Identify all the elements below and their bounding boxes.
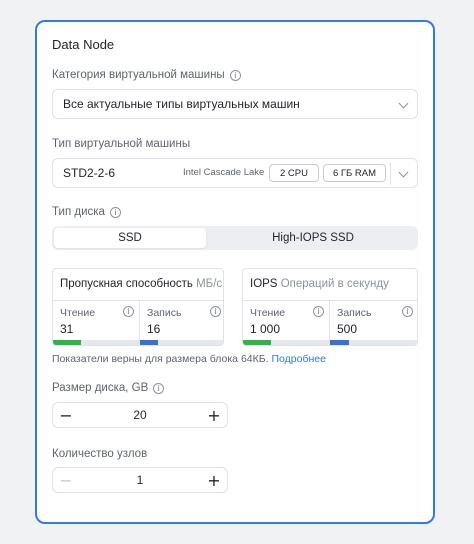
throughput-panel: Пропускная способность МБ/с Чтение i 31 … [52, 268, 224, 346]
disk-type-label: Тип диска i [52, 206, 121, 218]
divider [53, 300, 223, 301]
vm-category-label-text: Категория виртуальной машины [52, 69, 225, 81]
read-value: 1 000 [250, 322, 281, 336]
decrement-button[interactable]: − [53, 468, 79, 492]
info-icon[interactable]: i [109, 206, 121, 218]
card-title: Data Node [52, 37, 115, 52]
write-value: 16 [147, 322, 161, 336]
decrement-button[interactable]: − [53, 403, 79, 427]
disk-size-value[interactable]: 20 [79, 408, 201, 422]
data-node-card: Data Node Категория виртуальной машины i… [35, 20, 435, 524]
throughput-title: Пропускная способность МБ/с [60, 278, 222, 290]
divider [329, 300, 330, 345]
read-level-fill [243, 340, 271, 345]
divider [390, 163, 391, 185]
cpu-badge: 2 CPU [269, 164, 319, 182]
write-level-bar [330, 340, 417, 345]
node-count-label-text: Количество узлов [52, 448, 148, 460]
cpu-arch-text: Intel Cascade Lake [183, 167, 265, 178]
tab-high-iops-ssd[interactable]: High-IOPS SSD [210, 228, 416, 248]
details-link[interactable]: Подробнее [271, 353, 325, 365]
vm-type-label: Тип виртуальной машины [52, 138, 190, 150]
read-level-fill [53, 340, 81, 345]
vm-type-label-text: Тип виртуальной машины [52, 138, 191, 150]
info-icon[interactable]: i [402, 306, 413, 317]
write-level-fill [140, 340, 159, 345]
write-level-fill [330, 340, 350, 345]
info-icon[interactable]: i [313, 306, 324, 317]
read-label: Чтение [250, 307, 286, 319]
read-level-bar [53, 340, 139, 345]
node-count-label: Количество узлов [52, 448, 147, 460]
read-level-bar [243, 340, 329, 345]
disk-size-stepper: − 20 + [52, 402, 228, 428]
vm-category-value: Все актуальные типы виртуальных машин [63, 97, 300, 111]
iops-title-text: IOPS [250, 278, 278, 290]
write-label: Запись [337, 307, 372, 319]
node-count-stepper: − 1 + [52, 467, 228, 493]
info-icon[interactable]: i [123, 306, 134, 317]
write-level-bar [140, 340, 223, 345]
increment-button[interactable]: + [201, 468, 227, 492]
disk-type-label-text: Тип диска [52, 206, 105, 218]
divider [139, 300, 140, 345]
disk-size-label-text: Размер диска, GB [52, 382, 149, 394]
throughput-title-text: Пропускная способность [60, 278, 193, 290]
note-text: Показатели верны для размера блока 64КБ. [52, 353, 269, 365]
write-value: 500 [337, 322, 358, 336]
disk-type-tabs: SSD High-IOPS SSD [52, 226, 418, 250]
disk-size-label: Размер диска, GB i [52, 382, 165, 394]
vm-type-select[interactable]: STD2-2-6 Intel Cascade Lake 2 CPU 6 ГБ R… [52, 158, 418, 188]
info-icon[interactable]: i [229, 69, 241, 81]
tab-ssd[interactable]: SSD [54, 228, 206, 248]
node-count-value[interactable]: 1 [79, 473, 201, 487]
block-size-note: Показатели верны для размера блока 64КБ.… [52, 353, 326, 365]
vm-type-value: STD2-2-6 [63, 166, 116, 180]
chevron-down-icon [398, 98, 409, 109]
iops-unit: Операций в секунду [280, 278, 389, 290]
iops-panel: IOPS Операций в секунду Чтение i 1 000 З… [242, 268, 418, 346]
read-value: 31 [60, 322, 74, 336]
info-icon[interactable]: i [210, 306, 221, 317]
write-label: Запись [147, 307, 182, 319]
increment-button[interactable]: + [201, 403, 227, 427]
divider [243, 300, 417, 301]
read-label: Чтение [60, 307, 96, 319]
info-icon[interactable]: i [153, 382, 165, 394]
ram-badge: 6 ГБ RAM [323, 164, 386, 182]
vm-category-label: Категория виртуальной машины i [52, 69, 241, 81]
throughput-unit: МБ/с [196, 278, 223, 290]
chevron-down-icon [398, 167, 409, 178]
vm-category-select[interactable]: Все актуальные типы виртуальных машин [52, 89, 418, 119]
iops-title: IOPS Операций в секунду [250, 278, 389, 290]
